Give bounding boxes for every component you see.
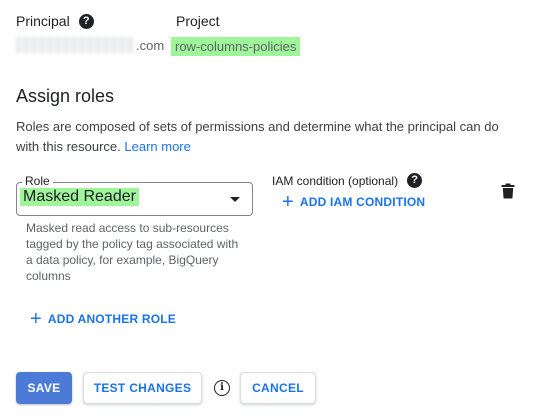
info-icon[interactable]: i bbox=[214, 380, 230, 396]
question-circle-icon[interactable]: ? bbox=[407, 173, 423, 188]
principal-label: Principal bbox=[16, 13, 70, 29]
add-iam-condition-label: ADD IAM CONDITION bbox=[299, 195, 426, 209]
learn-more-link[interactable]: Learn more bbox=[124, 139, 190, 154]
role-value: Masked Reader bbox=[20, 188, 139, 206]
principal-value: .com bbox=[16, 37, 164, 53]
role-hint: Masked read access to sub-resources tagg… bbox=[26, 221, 239, 283]
trash-icon[interactable] bbox=[501, 183, 515, 199]
plus-icon: + bbox=[282, 191, 294, 213]
cancel-button[interactable]: CANCEL bbox=[240, 372, 316, 404]
project-label: Project bbox=[176, 13, 220, 29]
principal-header: Principal ? bbox=[16, 13, 94, 29]
principal-value-suffix: .com bbox=[136, 37, 165, 53]
dropdown-arrow-icon[interactable] bbox=[230, 197, 240, 202]
assign-roles-description: Roles are composed of sets of permission… bbox=[16, 117, 516, 157]
question-circle-icon[interactable]: ? bbox=[78, 13, 94, 29]
description-text: Roles are composed of sets of permission… bbox=[16, 119, 499, 154]
project-value: row-columns-policies bbox=[171, 37, 301, 56]
iam-condition-header: IAM condition (optional) ? bbox=[272, 173, 423, 188]
test-changes-button[interactable]: TEST CHANGES bbox=[83, 372, 202, 404]
plus-icon: + bbox=[30, 308, 42, 330]
iam-condition-label: IAM condition (optional) bbox=[272, 173, 399, 188]
add-another-role-label: ADD ANOTHER ROLE bbox=[47, 312, 176, 326]
role-label: Role bbox=[22, 174, 53, 188]
add-another-role-button[interactable]: + ADD ANOTHER ROLE bbox=[30, 309, 176, 329]
section-title: Assign roles bbox=[16, 86, 115, 106]
redacted-principal bbox=[16, 37, 134, 53]
save-button[interactable]: SAVE bbox=[16, 372, 72, 404]
add-iam-condition-button[interactable]: + ADD IAM CONDITION bbox=[282, 192, 425, 212]
